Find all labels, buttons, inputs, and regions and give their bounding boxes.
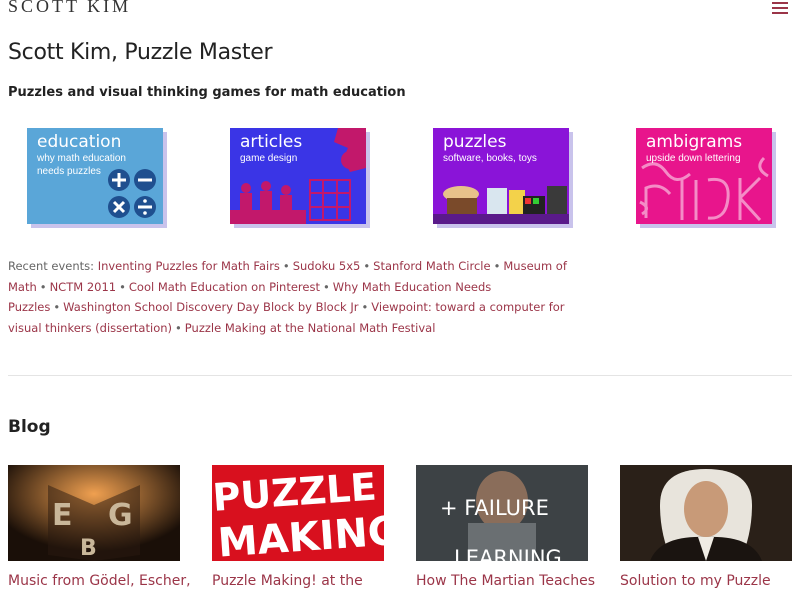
- martian-image: + FAILURE LEARNING: [416, 465, 588, 561]
- thumb-letter: B: [80, 536, 97, 561]
- tile-subtitle: game design: [240, 153, 298, 164]
- bach-portrait-image: [620, 465, 792, 561]
- separator: •: [493, 259, 501, 273]
- hamburger-menu-icon[interactable]: [772, 2, 788, 14]
- recent-events-label: Recent events:: [8, 259, 98, 273]
- event-link[interactable]: Washington School Discovery Day Block by…: [63, 300, 358, 314]
- separator: •: [361, 300, 369, 314]
- section-divider: [8, 375, 792, 376]
- tile-ambigrams[interactable]: ambigrams upside down lettering: [636, 128, 772, 224]
- godel-escher-bach-image: E G B: [8, 465, 180, 561]
- separator: •: [322, 279, 330, 294]
- tile-title: puzzles: [443, 132, 507, 152]
- tile-title: ambigrams: [646, 132, 743, 152]
- blog-heading: Blog: [8, 417, 51, 437]
- event-link[interactable]: Puzzle Making at the National Math Festi…: [185, 321, 436, 335]
- puzzle-making-image: PUZZLE MAKING: [212, 465, 384, 561]
- tile-puzzles[interactable]: puzzles software, books, toys: [433, 128, 569, 224]
- tile-title: education: [37, 132, 122, 152]
- site-logo[interactable]: SCOTT KIM: [8, 0, 131, 17]
- separator: •: [119, 279, 126, 294]
- post-thumbnail: + FAILURE LEARNING: [416, 465, 588, 561]
- separator: •: [53, 300, 61, 314]
- post-title[interactable]: Puzzle Making! at the: [212, 573, 384, 589]
- post-title[interactable]: How The Martian Teaches: [416, 573, 595, 589]
- thumb-letter: E: [52, 498, 73, 533]
- post-title[interactable]: Solution to my Puzzle: [620, 573, 792, 589]
- blog-post-card[interactable]: + FAILURE LEARNING How The Martian Teach…: [416, 465, 595, 589]
- tile-articles[interactable]: articles game design: [230, 128, 366, 224]
- tile-subtitle: why math education needs puzzles: [37, 153, 126, 177]
- separator: •: [175, 320, 182, 335]
- event-link[interactable]: Cool Math Education on Pinterest: [129, 280, 320, 294]
- separator: •: [39, 279, 47, 294]
- separator: •: [282, 259, 290, 273]
- blog-post-card[interactable]: Solution to my Puzzle: [620, 465, 792, 589]
- post-thumbnail: E G B: [8, 465, 180, 561]
- event-link[interactable]: Inventing Puzzles for Math Fairs: [98, 259, 280, 273]
- blog-post-card[interactable]: PUZZLE MAKING Puzzle Making! at the: [212, 465, 384, 589]
- tile-education[interactable]: education why math education needs puzzl…: [27, 128, 163, 224]
- thumb-letter: G: [108, 498, 133, 533]
- event-link[interactable]: Stanford Math Circle: [373, 259, 490, 273]
- recent-events: Recent events: Inventing Puzzles for Mat…: [8, 256, 578, 338]
- tile-subtitle: software, books, toys: [443, 153, 537, 164]
- separator: •: [363, 259, 371, 273]
- thumb-text: + FAILURE: [440, 496, 549, 520]
- post-title[interactable]: Music from Gödel, Escher,: [8, 573, 191, 589]
- tagline: Puzzles and visual thinking games for ma…: [8, 85, 406, 100]
- event-link[interactable]: NCTM 2011: [50, 280, 117, 294]
- page-title: Scott Kim, Puzzle Master: [8, 40, 273, 65]
- post-thumbnail: [620, 465, 792, 561]
- blog-post-card[interactable]: E G B Music from Gödel, Escher,: [8, 465, 191, 589]
- tile-title: articles: [240, 132, 303, 152]
- thumb-text: LEARNING: [454, 546, 562, 561]
- tile-subtitle: upside down lettering: [646, 153, 741, 164]
- post-thumbnail: PUZZLE MAKING: [212, 465, 384, 561]
- top-bar: SCOTT KIM: [0, 0, 800, 20]
- event-link[interactable]: Sudoku 5x5: [293, 259, 361, 273]
